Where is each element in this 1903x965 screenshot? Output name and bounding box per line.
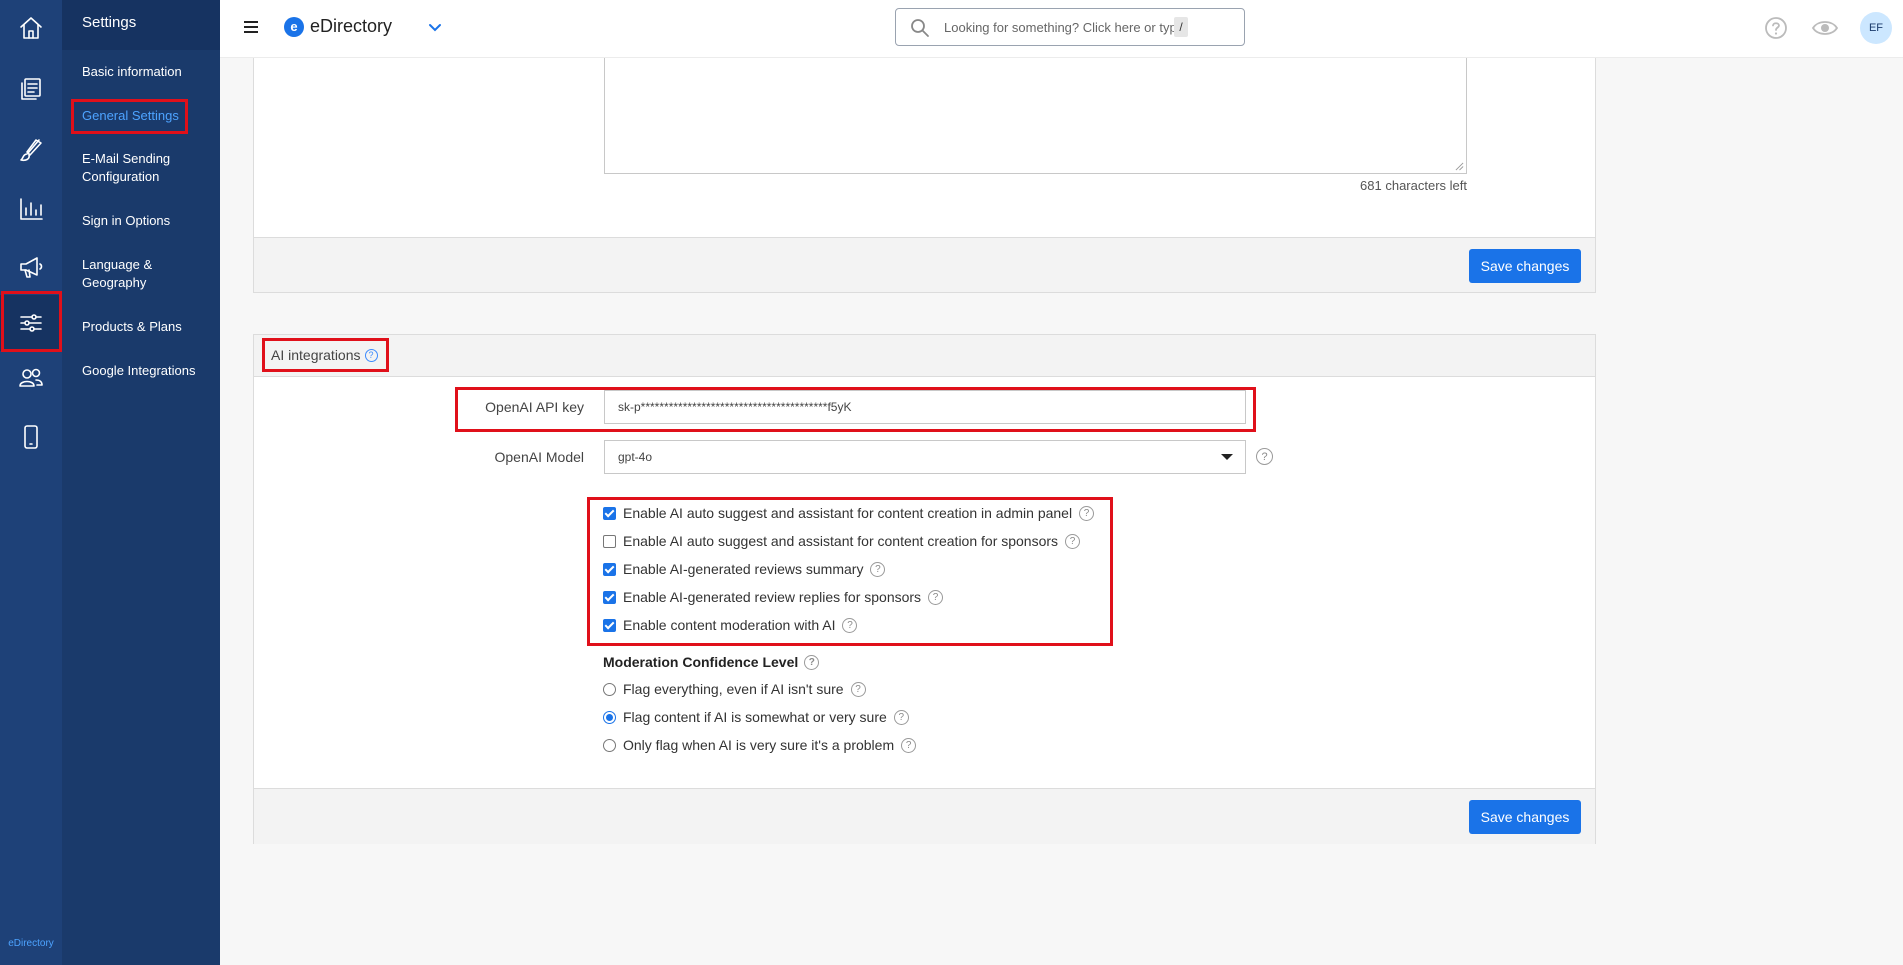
section-title: AI integrations ?: [262, 338, 389, 372]
checkbox-label: Enable content moderation with AI: [623, 617, 836, 633]
logo[interactable]: e eDirectory: [284, 16, 392, 37]
rail-mobile[interactable]: [0, 409, 62, 465]
rail-users[interactable]: [0, 350, 62, 406]
search-shortcut-key: /: [1174, 17, 1188, 37]
menu-item-basic-information[interactable]: Basic information: [82, 63, 212, 81]
radio-button[interactable]: [603, 710, 616, 724]
help-icon[interactable]: [1763, 15, 1789, 41]
radio-button[interactable]: [603, 682, 616, 696]
model-label: OpenAI Model: [494, 449, 585, 465]
ai-integrations-card: AI integrations ? OpenAI API key sk-p***…: [253, 334, 1596, 844]
home-icon: [20, 17, 42, 39]
previous-settings-card: 681 characters left Save changes: [253, 58, 1596, 293]
save-changes-button[interactable]: Save changes: [1469, 800, 1581, 834]
help-icon[interactable]: ?: [1065, 533, 1081, 549]
rail-promote[interactable]: [0, 239, 62, 295]
checkbox[interactable]: [603, 562, 616, 576]
radio-label: Flag everything, even if AI isn't sure: [623, 681, 844, 697]
users-icon: [19, 368, 43, 387]
radio-flag-very-sure[interactable]: Only flag when AI is very sure it's a pr…: [603, 737, 917, 753]
checkbox-reviews-summary[interactable]: Enable AI-generated reviews summary ?: [603, 561, 886, 577]
rail-reports[interactable]: [0, 181, 62, 237]
search-box[interactable]: Looking for something? Click here or typ…: [895, 8, 1245, 46]
reports-chart-icon: [20, 198, 43, 220]
menu-item-email-sending[interactable]: E-Mail Sending Configuration: [82, 150, 212, 186]
checkbox-label: Enable AI-generated review replies for s…: [623, 589, 922, 605]
help-icon[interactable]: ?: [364, 348, 378, 362]
characters-left-counter: 681 characters left: [1360, 178, 1467, 193]
chevron-down-icon[interactable]: [427, 19, 443, 35]
top-bar: e eDirectory Looking for something? Clic…: [220, 0, 1903, 58]
help-icon[interactable]: ?: [870, 561, 886, 577]
card-footer: Save changes: [254, 237, 1595, 292]
rail-settings[interactable]: [0, 295, 62, 351]
settings-sliders-icon: [20, 314, 42, 332]
logo-mark-icon: e: [284, 16, 304, 37]
settings-menu: Settings Basic information General Setti…: [62, 0, 220, 965]
search-placeholder: Looking for something? Click here or typ…: [944, 20, 1184, 35]
save-changes-button[interactable]: Save changes: [1469, 249, 1581, 283]
help-icon[interactable]: ?: [1079, 505, 1095, 521]
settings-menu-title: Settings: [82, 14, 137, 31]
moderation-title-text: Moderation Confidence Level: [603, 654, 799, 670]
checkbox-review-replies[interactable]: Enable AI-generated review replies for s…: [603, 589, 944, 605]
api-key-input[interactable]: sk-p************************************…: [604, 390, 1246, 424]
help-icon[interactable]: ?: [901, 737, 917, 753]
radio-flag-everything[interactable]: Flag everything, even if AI isn't sure ?: [603, 681, 866, 697]
ai-integrations-header: AI integrations ?: [254, 335, 1595, 377]
menu-item-sign-in-options[interactable]: Sign in Options: [82, 212, 212, 230]
help-icon[interactable]: ?: [804, 654, 820, 670]
checkbox-ai-admin-panel[interactable]: Enable AI auto suggest and assistant for…: [603, 505, 1095, 521]
design-brush-icon: [20, 139, 42, 162]
description-textarea[interactable]: [604, 58, 1467, 174]
checkbox[interactable]: [603, 590, 616, 604]
radio-flag-somewhat-sure[interactable]: Flag content if AI is somewhat or very s…: [603, 709, 909, 725]
help-icon[interactable]: ?: [893, 709, 909, 725]
eye-icon[interactable]: [1811, 15, 1839, 41]
hamburger-menu-icon[interactable]: [244, 21, 258, 35]
checkbox[interactable]: [603, 618, 616, 632]
mobile-icon: [24, 425, 38, 449]
model-select[interactable]: gpt-4o: [604, 440, 1246, 474]
radio-label: Only flag when AI is very sure it's a pr…: [623, 737, 895, 753]
menu-item-google-integrations[interactable]: Google Integrations: [82, 362, 212, 380]
checkbox-ai-sponsors[interactable]: Enable AI auto suggest and assistant for…: [603, 533, 1081, 549]
checkbox-label: Enable AI auto suggest and assistant for…: [623, 533, 1059, 549]
api-key-label: OpenAI API key: [485, 399, 584, 415]
checkbox-content-moderation[interactable]: Enable content moderation with AI ?: [603, 617, 858, 633]
checkbox-label: Enable AI-generated reviews summary: [623, 561, 864, 577]
icon-rail: eDirectory: [0, 0, 62, 965]
model-help-icon[interactable]: ?: [1256, 448, 1273, 465]
checkbox-label: Enable AI auto suggest and assistant for…: [623, 505, 1073, 521]
logo-text: eDirectory: [310, 16, 393, 36]
menu-item-products-plans[interactable]: Products & Plans: [82, 318, 212, 336]
search-icon: [911, 19, 929, 37]
card-footer: Save changes: [254, 788, 1595, 844]
rail-content[interactable]: [0, 60, 62, 116]
section-title-text: AI integrations: [271, 347, 361, 363]
resize-handle-icon[interactable]: [1455, 162, 1464, 171]
help-icon[interactable]: ?: [928, 589, 944, 605]
radio-button[interactable]: [603, 738, 616, 752]
footer-brand[interactable]: eDirectory: [0, 938, 62, 949]
model-select-value: gpt-4o: [618, 450, 653, 464]
moderation-title: Moderation Confidence Level ?: [603, 654, 820, 670]
caret-down-icon: [1221, 454, 1233, 460]
help-icon[interactable]: ?: [842, 617, 858, 633]
checkbox[interactable]: [603, 506, 616, 520]
radio-label: Flag content if AI is somewhat or very s…: [623, 709, 887, 725]
promote-megaphone-icon: [20, 257, 43, 278]
menu-item-language-geography[interactable]: Language & Geography: [82, 256, 212, 292]
avatar[interactable]: EF: [1860, 12, 1892, 44]
rail-design[interactable]: [0, 122, 62, 178]
content-icon: [21, 78, 41, 100]
checkbox[interactable]: [603, 534, 616, 548]
rail-home[interactable]: [0, 0, 62, 56]
help-icon[interactable]: ?: [850, 681, 866, 697]
menu-item-general-settings[interactable]: General Settings: [82, 107, 212, 125]
